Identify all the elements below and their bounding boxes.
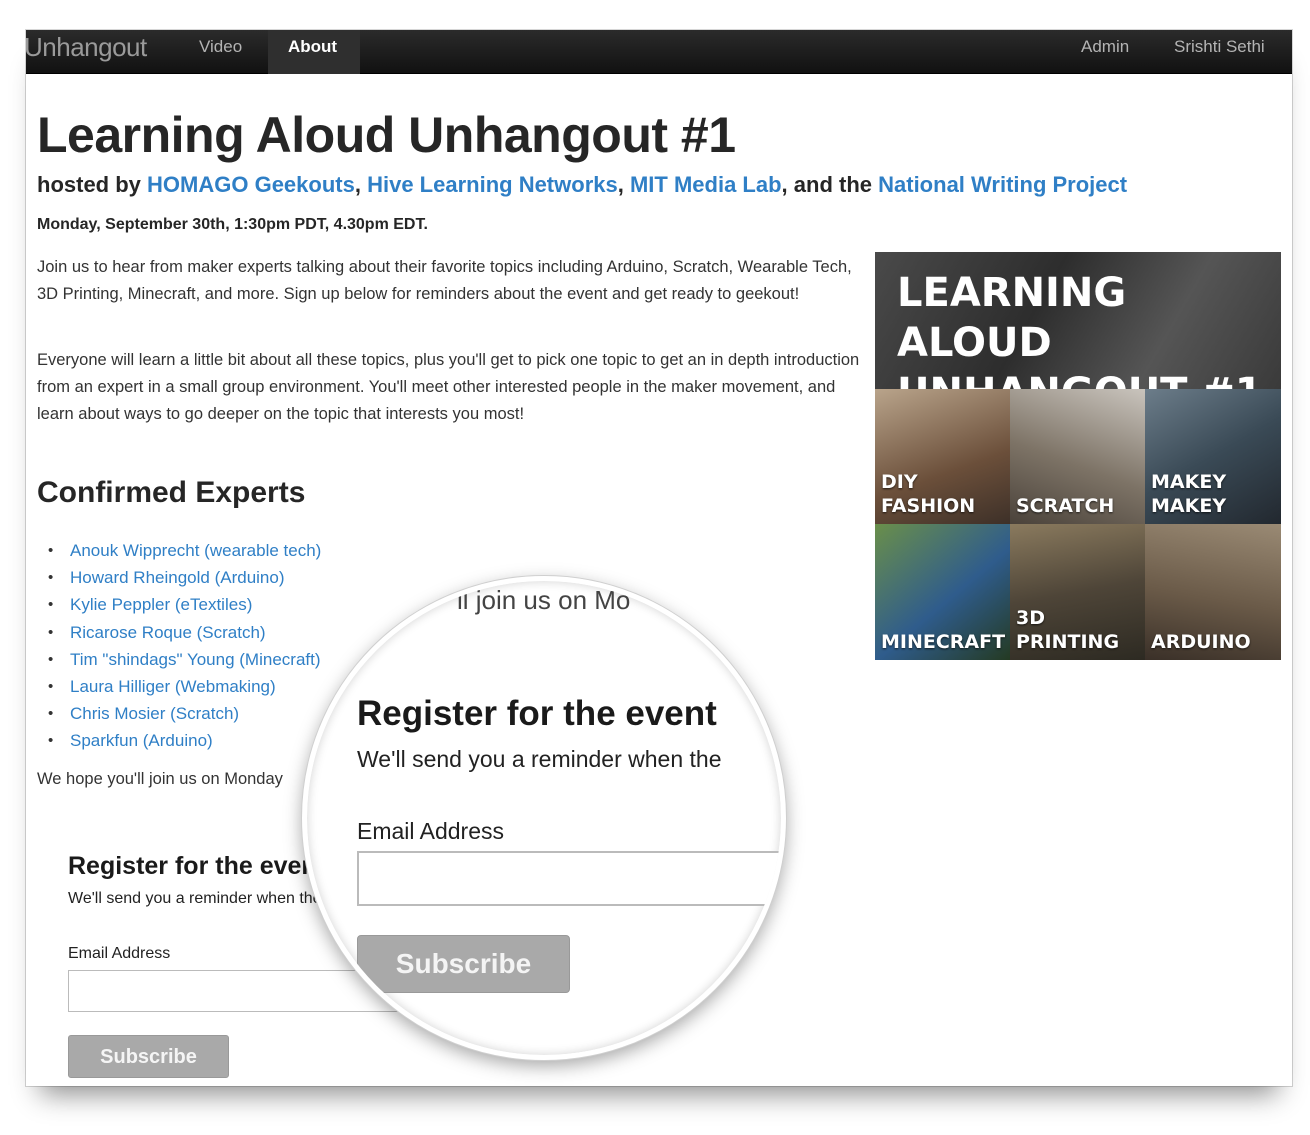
hosted-by-label: hosted by: [37, 172, 141, 197]
host-separator: ,: [354, 172, 361, 197]
tile-label-line2: MAKEY: [1151, 495, 1227, 517]
expert-link[interactable]: Ricarose Roque (Scratch): [48, 619, 321, 646]
register-subtitle: We'll send you a reminder when the: [68, 890, 322, 907]
promo-tile-arduino: ARDUINO: [1145, 524, 1281, 660]
nav-video[interactable]: Video: [179, 30, 262, 74]
host-and-label: , and the: [781, 172, 872, 197]
tile-label-line2: ARDUINO: [1151, 631, 1251, 653]
tile-label-line2: SCRATCH: [1016, 495, 1115, 517]
magnified-register-subtitle: We'll send you a reminder when the: [357, 746, 722, 772]
magnified-closing-text: 'll join us on Mo: [452, 585, 631, 615]
brand-logo[interactable]: Unhangout: [26, 32, 147, 63]
magnified-subscribe-button[interactable]: Subscribe: [357, 935, 570, 993]
promo-tile-scratch: SCRATCH: [1010, 389, 1145, 524]
magnified-register-heading: Register for the event: [357, 694, 717, 733]
expert-link[interactable]: Kylie Peppler (eTextiles): [48, 591, 321, 618]
tile-label-line2: MINECRAFT: [881, 631, 1006, 653]
subscribe-button[interactable]: Subscribe: [68, 1035, 229, 1078]
register-heading: Register for the event: [68, 852, 326, 880]
closing-text: We hope you'll join us on Monday: [37, 770, 283, 788]
host-link-homago[interactable]: HOMAGO Geekouts: [147, 172, 355, 197]
host-link-hive[interactable]: Hive Learning Networks: [367, 172, 618, 197]
magnifier-lens: 'll join us on Mo Register for the event…: [302, 576, 786, 1060]
tile-label: DIY FASHION: [881, 470, 975, 518]
tile-label-line2: PRINTING: [1016, 631, 1120, 653]
promo-tile-makey-makey: MAKEY MAKEY: [1145, 389, 1281, 524]
experts-list: Anouk Wipprecht (wearable tech) Howard R…: [48, 537, 321, 755]
expert-link[interactable]: Sparkfun (Arduino): [48, 727, 321, 754]
host-link-mit[interactable]: MIT Media Lab: [630, 172, 782, 197]
promo-title-line1: LEARNING ALOUD: [897, 270, 1127, 366]
host-link-nwp[interactable]: National Writing Project: [878, 172, 1127, 197]
tile-label-line1: 3D: [1016, 607, 1045, 629]
details-paragraph: Everyone will learn a little bit about a…: [37, 351, 860, 423]
expert-link[interactable]: Chris Mosier (Scratch): [48, 700, 321, 727]
tile-label-line1: DIY: [881, 471, 918, 493]
tile-label: SCRATCH: [1016, 494, 1114, 518]
nav-user-name[interactable]: Srishti Sethi: [1154, 30, 1285, 74]
promo-tile-3d-printing: 3D PRINTING: [1010, 524, 1145, 660]
expert-link[interactable]: Anouk Wipprecht (wearable tech): [48, 537, 321, 564]
hosted-by-line: hosted by HOMAGO Geekouts, Hive Learning…: [37, 172, 1127, 198]
tile-label-line2: FASHION: [881, 495, 976, 517]
tile-label: 3D PRINTING: [1016, 606, 1119, 654]
experts-heading: Confirmed Experts: [37, 476, 306, 509]
nav-admin[interactable]: Admin: [1061, 30, 1149, 74]
magnified-email-label: Email Address: [357, 818, 505, 844]
page-title: Learning Aloud Unhangout #1: [37, 107, 736, 163]
expert-link[interactable]: Laura Hilliger (Webmaking): [48, 673, 321, 700]
promo-image: LEARNING ALOUD UNHANGOUT #1 DIY FASHION …: [875, 252, 1281, 660]
tile-label: ARDUINO: [1151, 630, 1251, 654]
magnified-form: 'll join us on Mo Register for the event…: [307, 581, 781, 1055]
nav-about[interactable]: About: [268, 30, 360, 74]
email-label: Email Address: [68, 945, 171, 962]
tile-label: MAKEY MAKEY: [1151, 470, 1226, 518]
promo-tile-minecraft: MINECRAFT: [875, 524, 1010, 660]
tile-label-line1: MAKEY: [1151, 471, 1227, 493]
top-navbar: Unhangout Video About Admin Srishti Seth…: [26, 30, 1292, 74]
event-date: Monday, September 30th, 1:30pm PDT, 4.30…: [37, 216, 428, 233]
intro-paragraph: Join us to hear from maker experts talki…: [37, 258, 852, 303]
promo-tile-diy-fashion: DIY FASHION: [875, 389, 1010, 524]
promo-banner: LEARNING ALOUD UNHANGOUT #1: [875, 252, 1281, 416]
expert-link[interactable]: Tim "shindags" Young (Minecraft): [48, 646, 321, 673]
magnified-email-input[interactable]: [357, 851, 781, 906]
expert-link[interactable]: Howard Rheingold (Arduino): [48, 564, 321, 591]
tile-label: MINECRAFT: [881, 630, 1005, 654]
host-separator: ,: [617, 172, 624, 197]
